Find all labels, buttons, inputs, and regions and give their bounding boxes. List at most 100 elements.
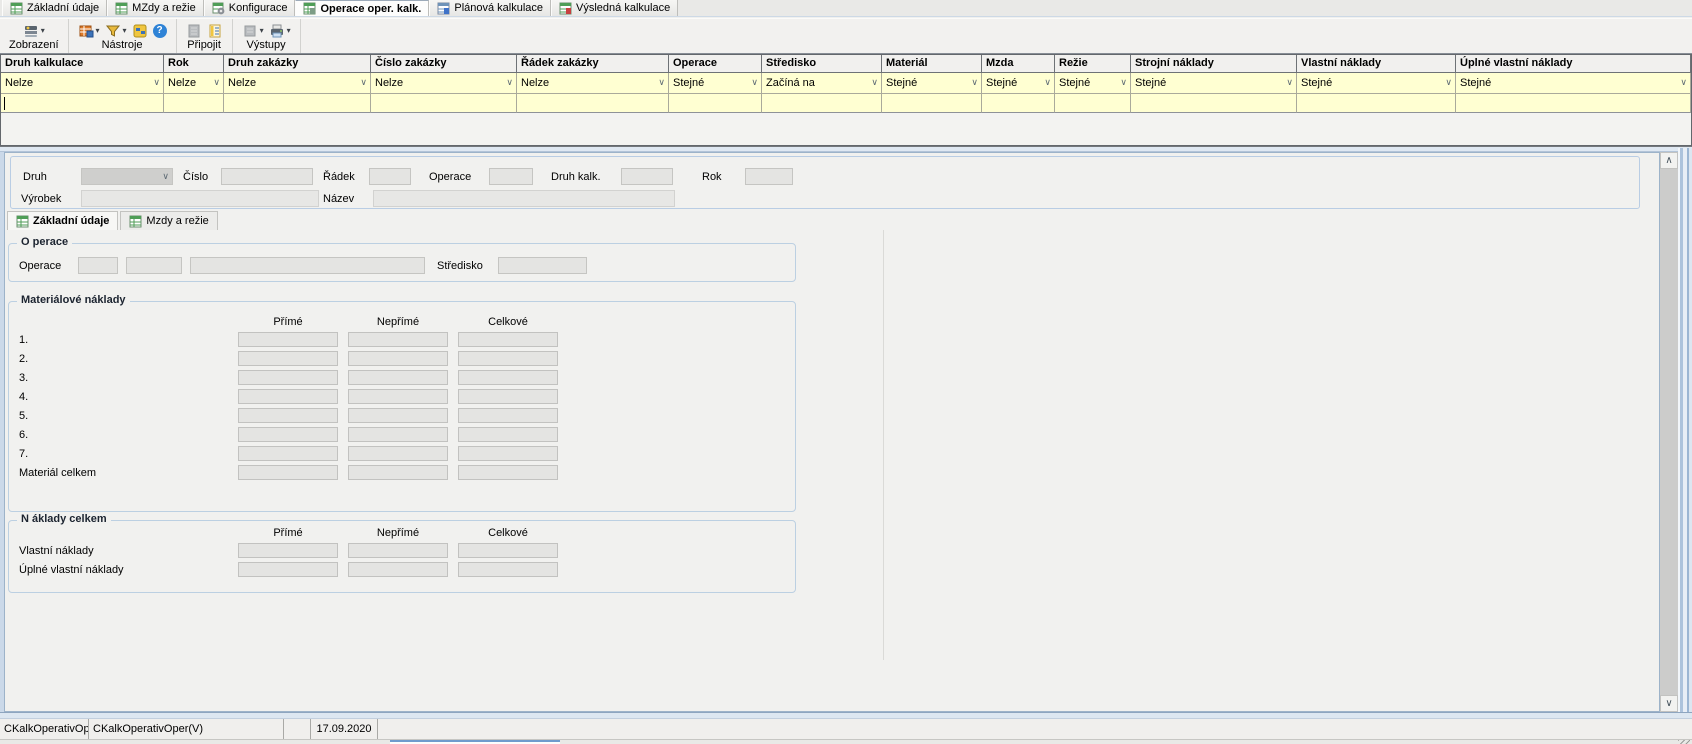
- subtab-mzdy-a-rezie[interactable]: Mzdy a režie: [120, 211, 217, 230]
- filter-operator-select[interactable]: Stejné∨: [882, 73, 982, 94]
- tab-konfigurace[interactable]: Konfigurace: [204, 0, 296, 16]
- chevron-down-icon[interactable]: ∨: [751, 77, 758, 93]
- column-header[interactable]: Rok: [164, 55, 224, 73]
- filter-operator-select[interactable]: Stejné∨: [982, 73, 1055, 94]
- column-header[interactable]: Úplné vlastní náklady: [1456, 55, 1691, 73]
- material-input[interactable]: [458, 408, 558, 423]
- cislo-field[interactable]: [221, 168, 313, 185]
- tab-zakladni-udaje[interactable]: Základní údaje: [2, 0, 107, 16]
- column-header[interactable]: Vlastní náklady: [1297, 55, 1456, 73]
- filter-operator-select[interactable]: Nelze∨: [164, 73, 224, 94]
- vertical-scrollbar[interactable]: ∧ ∨: [1660, 152, 1678, 712]
- radek-field[interactable]: [369, 168, 411, 185]
- material-total-input[interactable]: [238, 465, 338, 480]
- material-input[interactable]: [238, 427, 338, 442]
- material-input[interactable]: [458, 427, 558, 442]
- view-menu-button[interactable]: ▾: [23, 23, 45, 39]
- filter-value-input[interactable]: [1456, 94, 1691, 113]
- filter-value-input[interactable]: [1131, 94, 1297, 113]
- column-header[interactable]: Číslo zakázky: [371, 55, 517, 73]
- chevron-down-icon[interactable]: ∨: [360, 77, 367, 93]
- export-button[interactable]: ▾: [242, 23, 264, 39]
- filter-operator-select[interactable]: Stejné∨: [1131, 73, 1297, 94]
- operace-field[interactable]: [489, 168, 533, 185]
- tab-mzdy-a-rezie[interactable]: MZdy a režie: [107, 0, 204, 16]
- chevron-down-icon[interactable]: ∨: [1445, 77, 1452, 93]
- material-input[interactable]: [348, 351, 448, 366]
- material-input[interactable]: [348, 446, 448, 461]
- filter-operator-select[interactable]: Nelze∨: [1, 73, 164, 94]
- column-header[interactable]: Mzda: [982, 55, 1055, 73]
- column-header[interactable]: Režie: [1055, 55, 1131, 73]
- tab-planova-kalkulace[interactable]: Plánová kalkulace: [429, 0, 551, 16]
- attach-document-button[interactable]: [186, 23, 202, 39]
- chevron-down-icon[interactable]: ∨: [971, 77, 978, 93]
- material-input[interactable]: [458, 332, 558, 347]
- column-header[interactable]: Řádek zakázky: [517, 55, 669, 73]
- vyrobek-field[interactable]: [81, 190, 319, 207]
- naklady-input[interactable]: [238, 562, 338, 577]
- tools-table-button[interactable]: ▾: [78, 23, 100, 39]
- chevron-down-icon[interactable]: ∨: [213, 77, 220, 93]
- print-button[interactable]: ▾: [269, 23, 291, 39]
- filter-operator-select[interactable]: Nelze∨: [224, 73, 371, 94]
- material-input[interactable]: [458, 446, 558, 461]
- operace-name-field[interactable]: [190, 257, 425, 274]
- chevron-down-icon[interactable]: ∨: [1286, 77, 1293, 93]
- filter-operator-select[interactable]: Stejné∨: [1055, 73, 1131, 94]
- filter-value-input[interactable]: [1055, 94, 1131, 113]
- filter-value-input[interactable]: [669, 94, 762, 113]
- material-input[interactable]: [238, 446, 338, 461]
- druh-combobox[interactable]: ∨: [81, 168, 173, 185]
- filter-operator-select[interactable]: Nelze∨: [517, 73, 669, 94]
- operace-code2-field[interactable]: [126, 257, 182, 274]
- material-input[interactable]: [458, 389, 558, 404]
- filter-value-input[interactable]: [762, 94, 882, 113]
- material-total-input[interactable]: [348, 465, 448, 480]
- filter-operator-select[interactable]: Stejné∨: [1297, 73, 1456, 94]
- chevron-down-icon[interactable]: ∨: [658, 77, 665, 93]
- filter-operator-select[interactable]: Začíná na∨: [762, 73, 882, 94]
- filter-value-input[interactable]: [517, 94, 669, 113]
- material-input[interactable]: [458, 370, 558, 385]
- tab-vysledna-kalkulace[interactable]: Výsledná kalkulace: [551, 0, 678, 16]
- attach-list-button[interactable]: [207, 23, 223, 39]
- material-input[interactable]: [238, 408, 338, 423]
- operace-code-field[interactable]: [78, 257, 118, 274]
- column-header[interactable]: Operace: [669, 55, 762, 73]
- chevron-down-icon[interactable]: ∨: [1120, 77, 1127, 93]
- filter-value-input[interactable]: [1297, 94, 1456, 113]
- subtab-zakladni-udaje[interactable]: Základní údaje: [7, 211, 118, 230]
- naklady-input[interactable]: [348, 562, 448, 577]
- naklady-input[interactable]: [458, 562, 558, 577]
- material-input[interactable]: [348, 370, 448, 385]
- tab-operace-oper-kalk[interactable]: Operace oper. kalk.: [295, 0, 429, 16]
- filter-value-input[interactable]: [371, 94, 517, 113]
- chevron-down-icon[interactable]: ∨: [871, 77, 878, 93]
- filter-value-input[interactable]: [1, 94, 164, 113]
- material-input[interactable]: [348, 408, 448, 423]
- material-input[interactable]: [348, 427, 448, 442]
- material-input[interactable]: [348, 332, 448, 347]
- column-header[interactable]: Druh zakázky: [224, 55, 371, 73]
- rok-field[interactable]: [745, 168, 793, 185]
- column-header[interactable]: Druh kalkulace: [1, 55, 164, 73]
- stredisko-field[interactable]: [498, 257, 587, 274]
- filter-value-input[interactable]: [882, 94, 982, 113]
- settings-card-button[interactable]: [132, 23, 148, 39]
- filter-button[interactable]: ▾: [105, 23, 127, 39]
- material-input[interactable]: [348, 389, 448, 404]
- filter-operator-select[interactable]: Nelze∨: [371, 73, 517, 94]
- resize-grip[interactable]: [1678, 740, 1690, 744]
- druh-kalk-field[interactable]: [621, 168, 673, 185]
- nazev-field[interactable]: [373, 190, 675, 207]
- material-input[interactable]: [238, 370, 338, 385]
- material-input[interactable]: [238, 332, 338, 347]
- material-total-input[interactable]: [458, 465, 558, 480]
- material-input[interactable]: [238, 351, 338, 366]
- filter-value-input[interactable]: [224, 94, 371, 113]
- filter-operator-select[interactable]: Stejné∨: [669, 73, 762, 94]
- material-input[interactable]: [238, 389, 338, 404]
- chevron-down-icon[interactable]: ∨: [1044, 77, 1051, 93]
- help-button[interactable]: ?: [153, 24, 167, 38]
